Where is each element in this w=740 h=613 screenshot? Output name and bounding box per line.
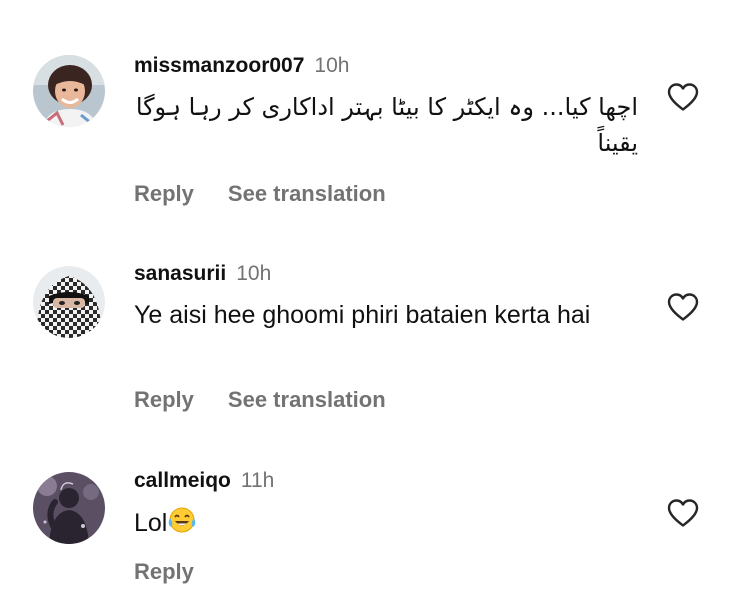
see-translation-button[interactable]: See translation	[228, 181, 386, 206]
heart-outline-icon	[667, 83, 699, 111]
child-photo-avatar	[33, 55, 105, 127]
comment-actions: Reply	[134, 558, 194, 586]
comment-text-content: Lol	[134, 509, 168, 537]
reply-button[interactable]: Reply	[134, 559, 194, 584]
timestamp: 10h	[236, 262, 272, 285]
heart-outline-icon	[667, 499, 699, 527]
timestamp: 10h	[314, 54, 350, 77]
like-button[interactable]	[666, 82, 700, 112]
comment-body: missmanzoor007 10h اچھا کیا... وہ ایکٹر ک…	[134, 53, 650, 161]
like-button[interactable]	[666, 292, 700, 322]
avatar[interactable]	[33, 472, 105, 544]
username[interactable]: callmeiqo	[134, 469, 231, 492]
timestamp: 11h	[240, 469, 275, 492]
see-translation-button[interactable]: See translation	[228, 387, 386, 412]
comment-text: Ye aisi hee ghoomi phiri bataien kerta h…	[134, 301, 591, 329]
username[interactable]: missmanzoor007	[134, 54, 304, 77]
silhouette-photo-avatar	[33, 472, 105, 544]
avatar[interactable]	[33, 266, 105, 338]
avatar[interactable]	[33, 55, 105, 127]
reply-button[interactable]: Reply	[134, 387, 194, 412]
comment-body: callmeiqo 11h Lol	[134, 468, 650, 539]
reply-button[interactable]: Reply	[134, 181, 194, 206]
heart-outline-icon	[667, 293, 699, 321]
tears-of-joy-emoji-icon	[169, 507, 196, 533]
comment-text: Lol	[134, 506, 650, 539]
comment-meta: sanasurii 10h	[134, 261, 650, 287]
comment-meta: callmeiqo 11h	[134, 468, 650, 494]
comment-actions: Reply See translation	[134, 180, 386, 208]
comment-text: اچھا کیا... وہ ایکٹر کا بیٹا بہتر اداکار…	[135, 93, 638, 157]
comment-actions: Reply See translation	[134, 386, 386, 414]
keffiyeh-photo-avatar	[33, 266, 105, 338]
username[interactable]: sanasurii	[134, 262, 226, 285]
like-button[interactable]	[666, 498, 700, 528]
comment-meta: missmanzoor007 10h	[134, 53, 650, 79]
comment-body: sanasurii 10h Ye aisi hee ghoomi phiri ba…	[134, 261, 650, 331]
